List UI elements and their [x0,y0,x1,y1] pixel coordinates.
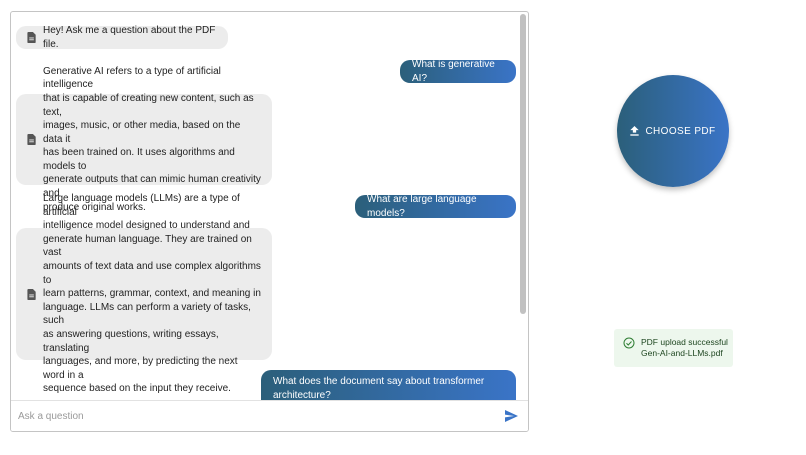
send-icon [504,410,518,422]
question-input[interactable] [11,410,502,422]
user-message: What are large language models? [355,193,516,219]
document-icon [27,288,36,300]
question-input-row [11,400,528,431]
document-icon [27,32,36,43]
user-message: What does the document say about transfo… [261,370,516,400]
choose-pdf-label: CHOOSE PDF [645,125,716,137]
chat-panel: Hey! Ask me a question about the PDF fil… [10,11,529,432]
message-text: What are large language models? [367,193,477,219]
upload-icon [630,126,640,136]
choose-pdf-button[interactable]: CHOOSE PDF [617,75,729,187]
document-icon [27,134,36,145]
message-list[interactable]: Hey! Ask me a question about the PDF fil… [11,12,528,400]
message-text: Hey! Ask me a question about the PDF fil… [43,24,216,50]
message-text: Large language models (LLMs) are a type … [43,193,261,395]
chat-scrollbar[interactable] [520,14,526,314]
bot-message: Large language models (LLMs) are a type … [16,193,272,394]
bot-message: Hey! Ask me a question about the PDF fil… [16,24,228,50]
toast-title: PDF upload successful [641,336,728,347]
message-text: What does the document say about transfo… [273,376,485,400]
send-button[interactable] [502,407,520,425]
check-circle-icon [623,337,635,349]
toast-message: PDF upload successful Gen-AI-and-LLMs.pd… [641,337,728,360]
toast-filename: Gen-AI-and-LLMs.pdf [641,348,723,358]
upload-success-toast: PDF upload successful Gen-AI-and-LLMs.pd… [614,329,733,367]
bot-message: Generative AI refers to a type of artifi… [16,66,272,213]
user-message: What is generative AI? [400,58,516,84]
message-text: What is generative AI? [412,58,495,84]
